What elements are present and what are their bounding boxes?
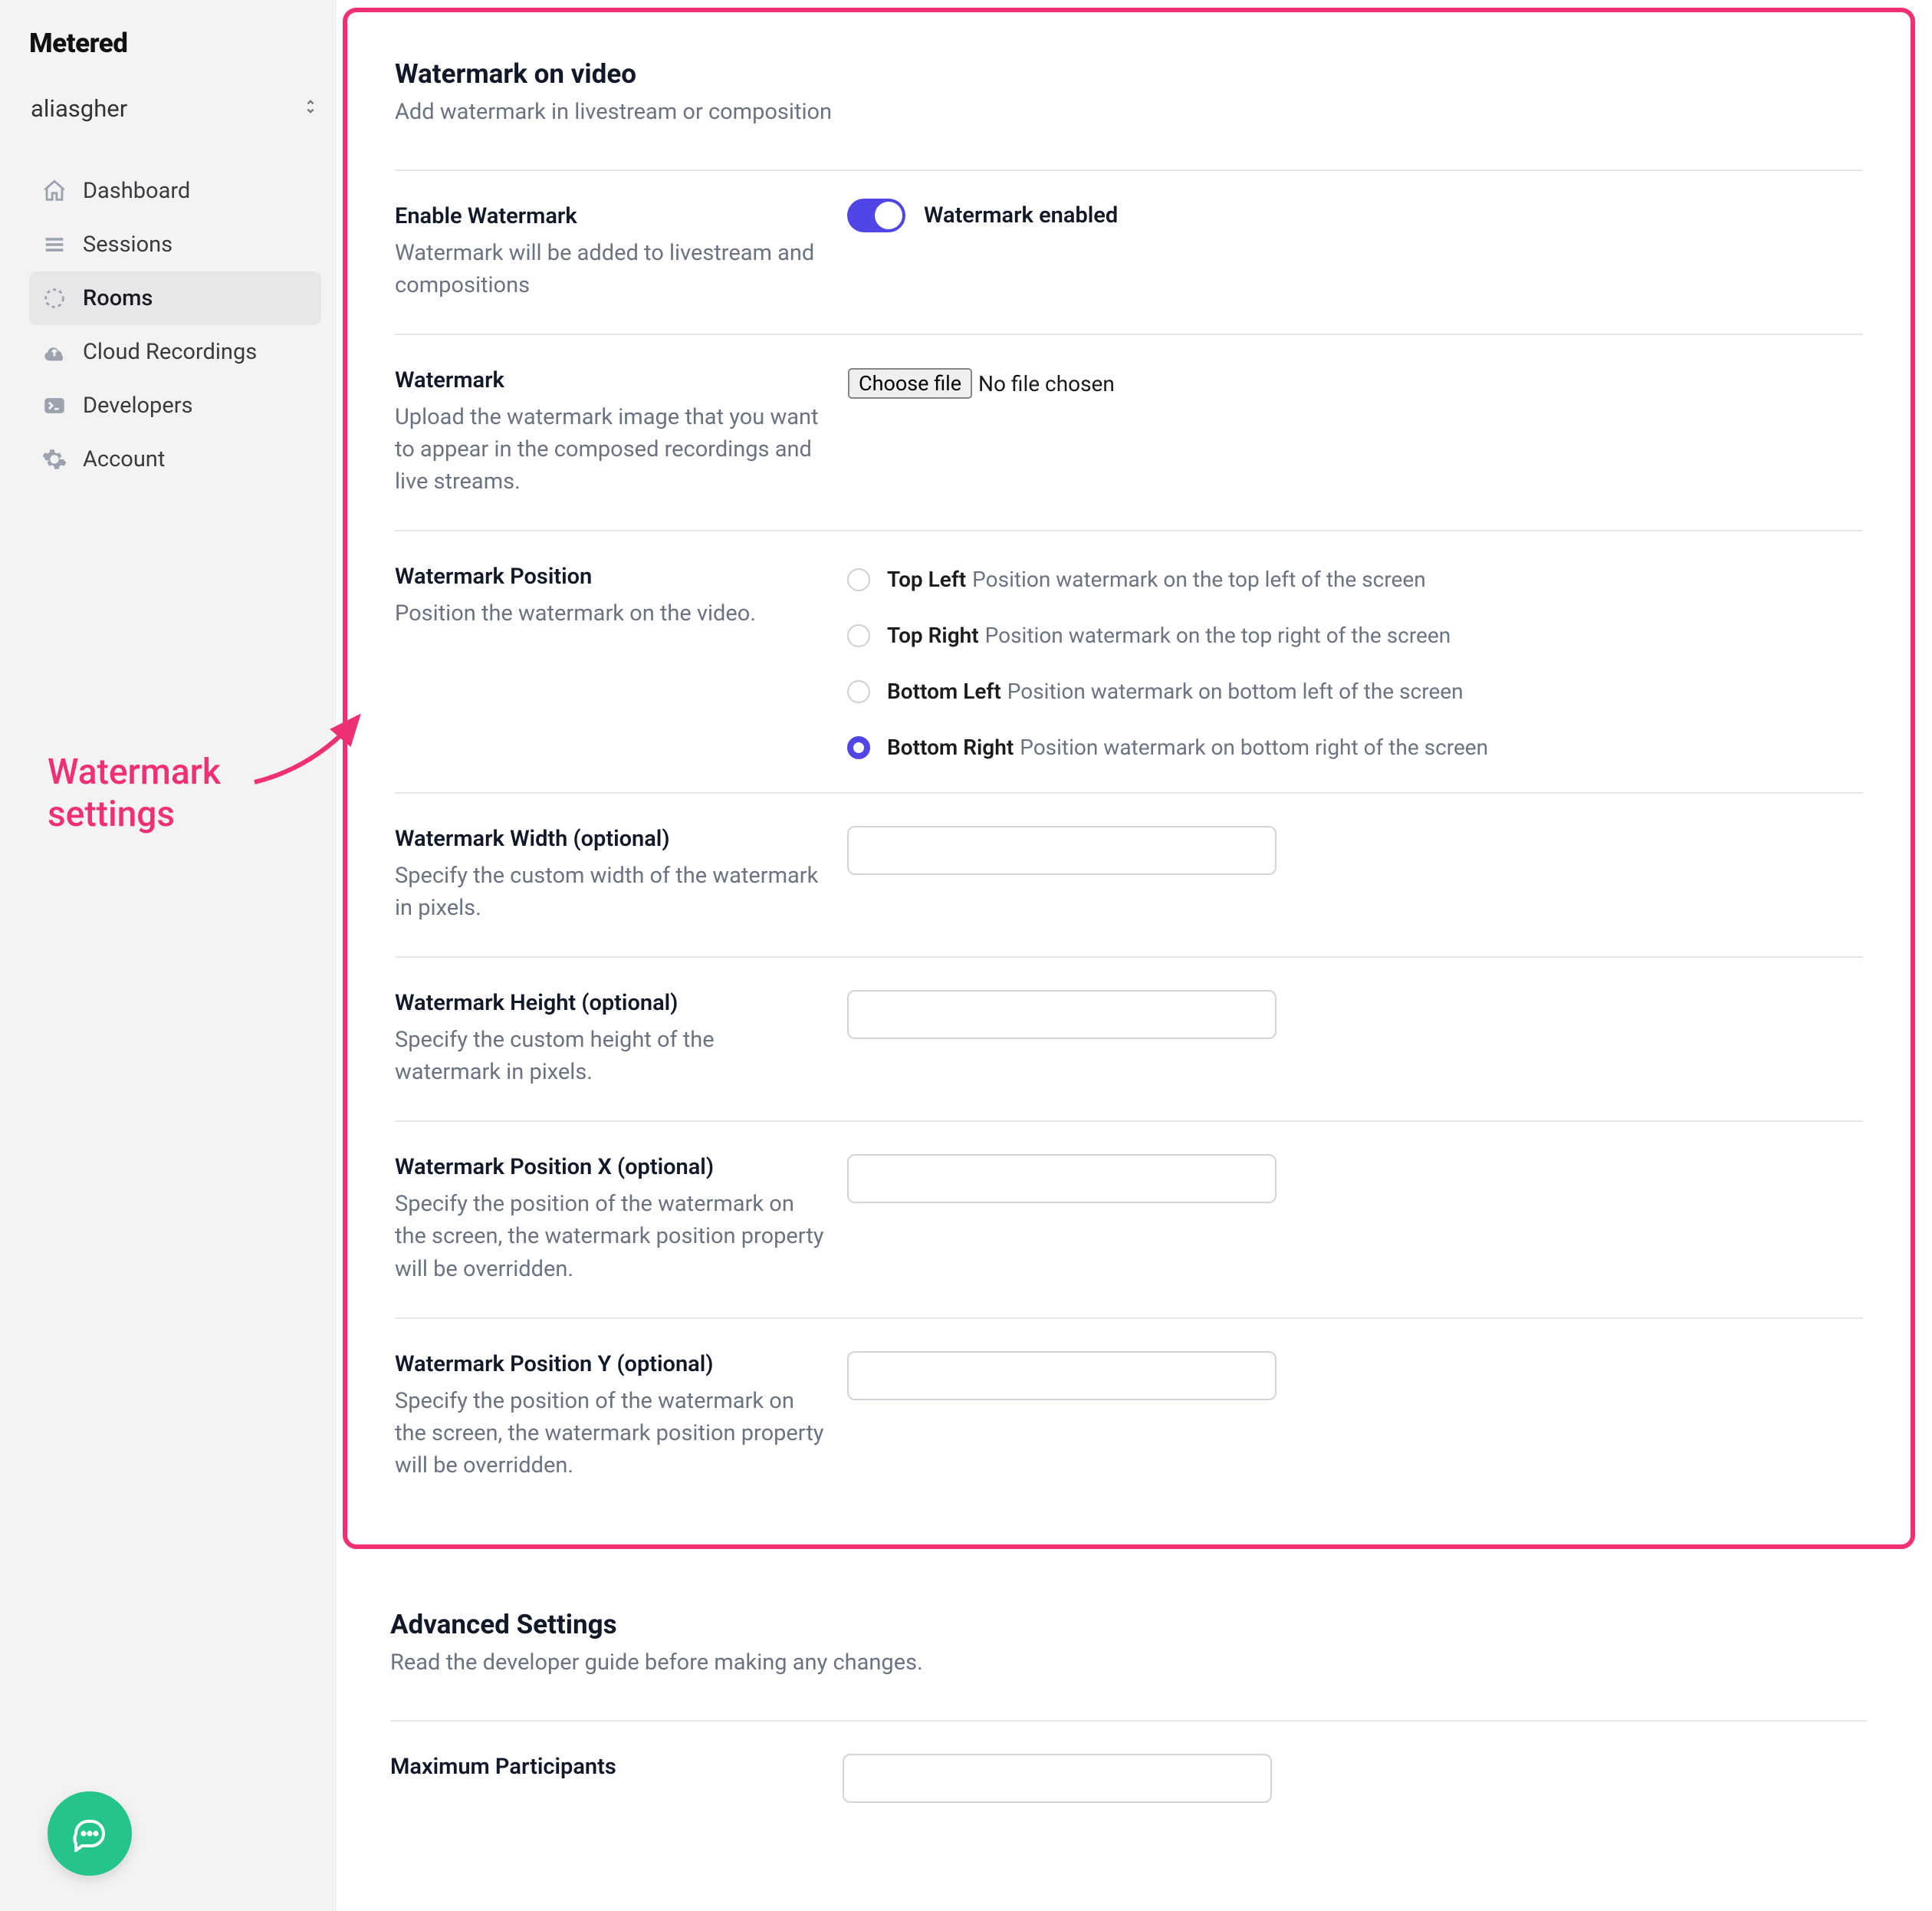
field-watermark-position-x: Watermark Position X (optional) Specify …: [395, 1122, 1863, 1318]
file-chosen-text: No file chosen: [978, 371, 1115, 396]
watermark-height-input[interactable]: [847, 990, 1276, 1039]
sidebar-item-developers[interactable]: Developers: [29, 379, 321, 433]
advanced-settings-region: Advanced Settings Read the developer gui…: [337, 1549, 1932, 1835]
sidebar-item-account[interactable]: Account: [29, 433, 321, 486]
radio-label: Top Left: [887, 567, 966, 592]
field-desc: Specify the position of the watermark on…: [395, 1385, 824, 1482]
field-desc: Position the watermark on the video.: [395, 597, 824, 630]
radio-desc: Position watermark on the top right of t…: [985, 623, 1451, 648]
radio-desc: Position watermark on bottom right of th…: [1020, 735, 1488, 760]
terminal-icon: [41, 393, 67, 419]
toggle-status-label: Watermark enabled: [924, 202, 1118, 229]
callout-line2: settings: [48, 794, 221, 836]
field-label: Watermark Height (optional): [395, 990, 824, 1016]
choose-file-button[interactable]: Choose file: [848, 368, 972, 399]
max-participants-input[interactable]: [843, 1754, 1272, 1803]
user-label: aliasgher: [31, 94, 127, 123]
radio-option-top-right[interactable]: Top Right Position watermark on the top …: [847, 623, 1863, 648]
cloud-icon: [41, 339, 67, 365]
field-watermark-height: Watermark Height (optional) Specify the …: [395, 958, 1863, 1122]
section-subtitle: Add watermark in livestream or compositi…: [395, 99, 1863, 125]
sidebar-item-label: Sessions: [83, 232, 172, 258]
field-label: Watermark Width (optional): [395, 826, 824, 852]
radio-desc: Position watermark on the top left of th…: [972, 567, 1426, 592]
file-input[interactable]: Choose file No file chosen: [847, 367, 1863, 400]
callout-line1: Watermark: [48, 752, 221, 794]
section-title: Advanced Settings: [390, 1609, 1868, 1640]
radio-option-bottom-left[interactable]: Bottom Left Position watermark on bottom…: [847, 679, 1863, 704]
gear-icon: [41, 446, 67, 472]
sidebar-item-cloud-recordings[interactable]: Cloud Recordings: [29, 325, 321, 379]
field-label: Maximum Participants: [390, 1754, 820, 1780]
field-desc: Specify the custom width of the watermar…: [395, 860, 824, 924]
radio-label: Bottom Right: [887, 735, 1014, 760]
sidebar-item-rooms[interactable]: Rooms: [29, 271, 321, 325]
sidebar-item-dashboard[interactable]: Dashboard: [29, 164, 321, 218]
sidebar-nav: Dashboard Sessions Rooms Cloud Recording…: [29, 164, 321, 486]
watermark-settings-region: Watermark on video Add watermark in live…: [343, 8, 1915, 1549]
watermark-position-y-input[interactable]: [847, 1351, 1276, 1400]
watermark-position-x-input[interactable]: [847, 1154, 1276, 1203]
field-label: Watermark Position Y (optional): [395, 1351, 824, 1377]
field-watermark-width: Watermark Width (optional) Specify the c…: [395, 794, 1863, 958]
enable-watermark-toggle[interactable]: [847, 199, 905, 232]
watermark-width-input[interactable]: [847, 826, 1276, 875]
field-desc: Specify the custom height of the waterma…: [395, 1024, 824, 1088]
home-icon: [41, 178, 67, 204]
radio-icon: [847, 568, 870, 591]
field-desc: Watermark will be added to livestream an…: [395, 237, 824, 301]
field-label: Watermark Position: [395, 564, 824, 590]
field-watermark-upload: Watermark Upload the watermark image tha…: [395, 335, 1863, 531]
radio-option-bottom-right[interactable]: Bottom Right Position watermark on botto…: [847, 735, 1863, 760]
chevron-updown-icon: [301, 97, 320, 120]
field-label: Enable Watermark: [395, 203, 824, 229]
main-content: Watermark on video Add watermark in live…: [337, 0, 1932, 1911]
radio-icon: [847, 624, 870, 647]
rooms-icon: [41, 285, 67, 311]
chat-icon: [71, 1815, 108, 1852]
field-desc: Specify the position of the watermark on…: [395, 1188, 824, 1284]
user-selector[interactable]: aliasgher: [29, 90, 321, 127]
list-icon: [41, 232, 67, 258]
section-subtitle: Read the developer guide before making a…: [390, 1650, 1868, 1676]
field-desc: Upload the watermark image that you want…: [395, 401, 824, 498]
radio-option-top-left[interactable]: Top Left Position watermark on the top l…: [847, 567, 1863, 592]
sidebar-item-label: Cloud Recordings: [83, 339, 257, 365]
sidebar-item-label: Account: [83, 446, 165, 472]
help-chat-button[interactable]: [48, 1791, 132, 1876]
radio-desc: Position watermark on bottom left of the…: [1007, 679, 1464, 704]
field-enable-watermark: Enable Watermark Watermark will be added…: [395, 171, 1863, 335]
section-title: Watermark on video: [395, 58, 1863, 90]
toggle-knob: [875, 202, 902, 229]
field-label: Watermark: [395, 367, 824, 393]
field-max-participants: Maximum Participants: [390, 1722, 1868, 1835]
field-watermark-position: Watermark Position Position the watermar…: [395, 531, 1863, 794]
radio-label: Bottom Left: [887, 679, 1001, 704]
sidebar-item-label: Rooms: [83, 285, 153, 311]
sidebar-item-label: Dashboard: [83, 178, 190, 204]
radio-icon: [847, 736, 870, 759]
radio-icon: [847, 680, 870, 703]
field-watermark-position-y: Watermark Position Y (optional) Specify …: [395, 1319, 1863, 1514]
field-label: Watermark Position X (optional): [395, 1154, 824, 1180]
brand-logo: Metered: [29, 28, 321, 59]
radio-label: Top Right: [887, 623, 979, 648]
sidebar: Metered aliasgher Dashboard Sessions Roo…: [0, 0, 337, 1911]
sidebar-item-sessions[interactable]: Sessions: [29, 218, 321, 271]
sidebar-item-label: Developers: [83, 393, 193, 419]
annotation-callout: Watermark settings: [48, 752, 221, 836]
